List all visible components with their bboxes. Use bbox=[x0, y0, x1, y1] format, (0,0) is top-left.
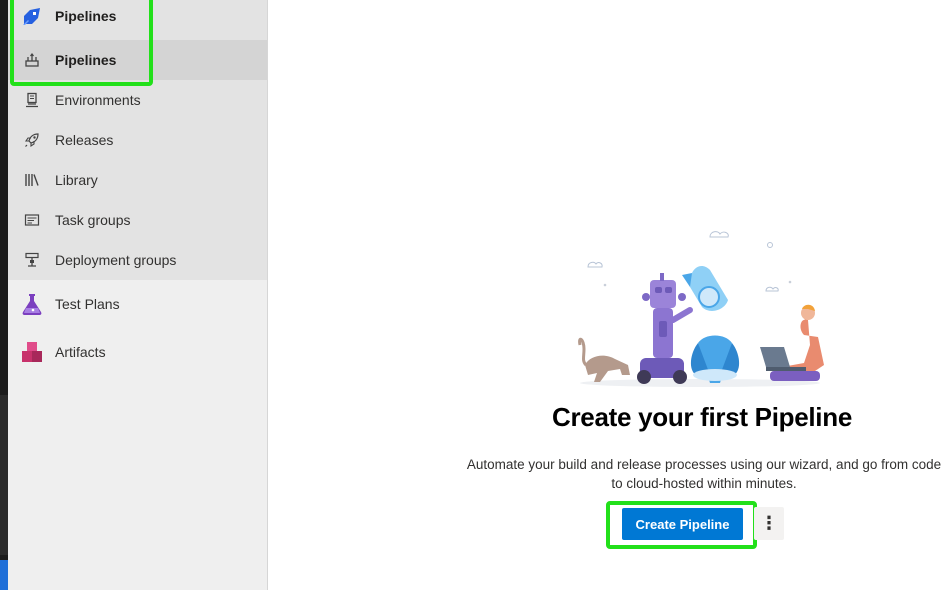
sidebar-item-label: Task groups bbox=[55, 212, 131, 228]
empty-state-description: Automate your build and release processe… bbox=[466, 457, 942, 491]
library-icon bbox=[20, 168, 44, 192]
task-groups-icon bbox=[20, 208, 44, 232]
desktop-background-strip bbox=[0, 0, 8, 590]
sidebar-section-label: Pipelines bbox=[55, 8, 117, 24]
sidebar-item-label: Deployment groups bbox=[55, 252, 177, 268]
create-pipeline-button[interactable]: Create Pipeline bbox=[622, 508, 743, 540]
sidebar-item-label: Releases bbox=[55, 132, 114, 148]
desktop-strip-blue bbox=[0, 560, 8, 590]
sidebar-item-releases[interactable]: Releases bbox=[8, 120, 267, 160]
environments-icon bbox=[20, 88, 44, 112]
sidebar-section-test-plans[interactable]: Test Plans bbox=[8, 284, 267, 324]
sidebar-item-label: Library bbox=[55, 172, 98, 188]
sidebar-section-pipelines[interactable]: Pipelines bbox=[8, 0, 267, 36]
empty-state-title: Create your first Pipeline bbox=[552, 402, 852, 432]
sidebar-item-label: Pipelines bbox=[55, 52, 117, 68]
sidebar-item-label: Environments bbox=[55, 92, 141, 108]
sidebar: Pipelines Pipelines Environments Release… bbox=[8, 0, 268, 590]
deployment-groups-icon bbox=[20, 248, 44, 272]
rocket-icon bbox=[20, 128, 44, 152]
sidebar-item-task-groups[interactable]: Task groups bbox=[8, 200, 267, 240]
sidebar-item-library[interactable]: Library bbox=[8, 160, 267, 200]
more-options-button[interactable]: ⋮ bbox=[754, 507, 784, 540]
pipelines-logo-icon bbox=[20, 4, 44, 28]
sidebar-item-deployment-groups[interactable]: Deployment groups bbox=[8, 240, 267, 280]
test-plans-flask-icon bbox=[20, 292, 44, 316]
empty-state-illustration bbox=[578, 231, 824, 387]
sidebar-section-label: Artifacts bbox=[55, 344, 106, 360]
sidebar-section-artifacts[interactable]: Artifacts bbox=[8, 332, 267, 372]
pipelines-sub-icon bbox=[20, 48, 44, 72]
artifacts-icon bbox=[20, 340, 44, 364]
sidebar-item-pipelines[interactable]: Pipelines bbox=[8, 40, 267, 80]
sidebar-item-environments[interactable]: Environments bbox=[8, 80, 267, 120]
sidebar-section-label: Test Plans bbox=[55, 296, 120, 312]
desktop-strip-shade bbox=[0, 395, 8, 555]
